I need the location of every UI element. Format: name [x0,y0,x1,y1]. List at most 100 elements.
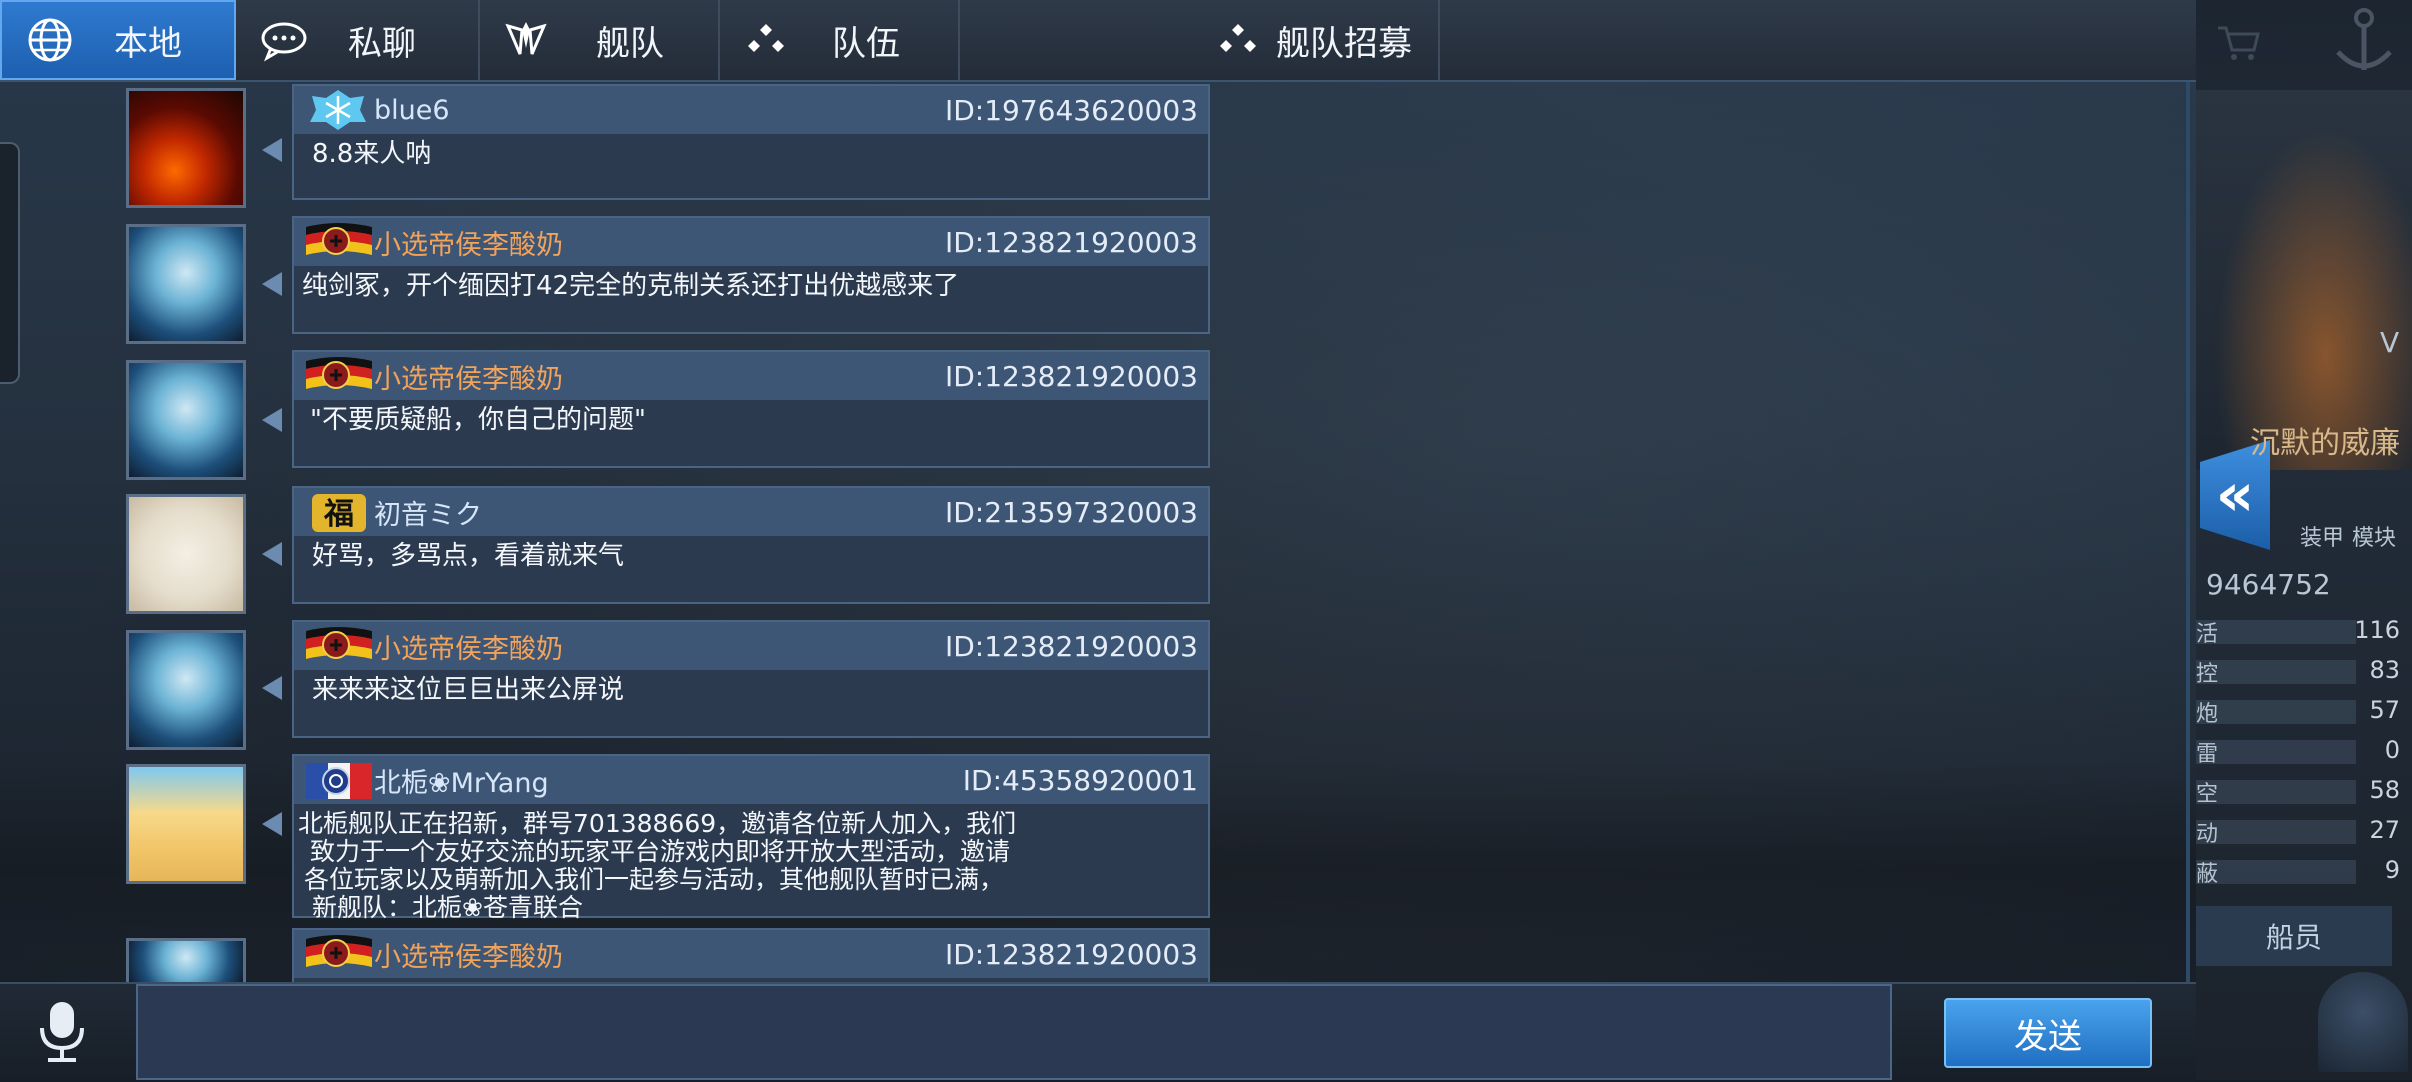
sender-id: ID:123821920003 [944,937,1198,971]
tab-label: 舰队 [596,23,664,64]
avatar[interactable] [126,764,246,884]
double-chevron-left-icon: « [2215,460,2255,530]
anchor-emblem-icon[interactable] [2324,0,2404,80]
ship-preview-image [2196,90,2412,470]
stat-bar [2196,820,2356,844]
german-flag-badge-icon [302,623,374,669]
tab-fleet-recruitment[interactable]: 舰队招募 [958,0,1440,80]
sender-id: ID:123821920003 [944,629,1198,663]
message-header: 福 初音ミク ID:213597320003 [294,488,1208,536]
sender-name[interactable]: 小选帝侯李酸奶 [374,935,563,974]
stat-label: 活 [2196,622,2219,647]
message-header: 小选帝侯李酸奶 ID:123821920003 [294,218,1208,266]
chat-message: blue6 ID:197643620003 8.8来人呐 [292,84,1210,200]
stat-label: 炮 [2196,702,2219,727]
sender-name[interactable]: 小选帝侯李酸奶 [374,223,563,262]
chat-bubble-icon [254,10,314,70]
stat-value: 58 [2369,776,2400,804]
message-header: 小选帝侯李酸奶 ID:123821920003 [294,930,1208,978]
stat-value: 83 [2369,656,2400,684]
sender-name[interactable]: 初音ミク [374,493,482,532]
message-text: "不要质疑船，你自己的问题" [310,405,646,435]
bubble-pointer [262,542,282,566]
tab-label: 本地 [114,23,182,64]
stat-value: 116 [2354,616,2400,644]
tab-private-chat[interactable]: 私聊 [236,0,480,80]
stat-value: 27 [2369,816,2400,844]
version-mark: V [2380,326,2400,359]
sender-name[interactable]: 小选帝侯李酸奶 [374,357,563,396]
stat-row: 空 58 [2196,776,2412,807]
stat-row: 蔽9 [2196,856,2412,887]
stat-bar [2196,860,2356,884]
stat-bar [2196,660,2356,684]
avatar[interactable] [126,224,246,344]
chat-message: 小选帝侯李酸奶 ID:123821920003 纯剑冢，开个缅因打42完全的克制… [292,216,1210,334]
tab-team[interactable]: 队伍 [718,0,960,80]
stat-bar [2196,780,2356,804]
stat-row: 动 27 [2196,816,2412,847]
message-line: 各位玩家以及萌新加入我们一起参与活动，其他舰队暂时已满， [304,865,1005,894]
fu-character-badge-icon: 福 [302,489,374,535]
chat-message: 小选帝侯李酸奶 ID:123821920003 [292,928,1210,982]
sender-name[interactable]: blue6 [374,95,450,126]
message-header: 北栀❀MrYang ID:45358920001 [294,756,1208,804]
stat-tab-armor[interactable]: 装甲 [2300,520,2344,552]
sender-id: ID:123821920003 [944,359,1198,393]
stat-bar [2196,700,2356,724]
stat-label: 空 [2196,782,2219,807]
avatar[interactable] [126,494,246,614]
stat-bar [2196,740,2356,764]
stat-label: 蔽 [2196,862,2219,887]
stat-tab-module[interactable]: 模块 [2352,520,2396,552]
sender-name[interactable]: 北栀❀MrYang [374,761,549,800]
tab-fleet[interactable]: 舰队 [478,0,720,80]
stat-value: 9 [2384,856,2400,884]
bubble-pointer [262,138,282,162]
send-button[interactable]: 发送 [1944,998,2152,1068]
avatar[interactable] [126,360,246,480]
german-flag-badge-icon [302,219,374,265]
shop-cart-icon[interactable] [2216,22,2260,62]
stat-label: 动 [2196,822,2219,847]
avatar[interactable] [126,938,246,982]
tab-label: 私聊 [348,23,416,64]
french-flag-badge-icon [302,757,374,803]
message-line: 新舰队：北栀❀苍青联合 [312,893,583,922]
team-dots-icon [1208,10,1268,70]
bubble-pointer [262,812,282,836]
stat-row: 活 116 [2196,616,2412,647]
chat-message-input[interactable] [136,984,1892,1080]
message-header: 小选帝侯李酸奶 ID:123821920003 [294,352,1208,400]
bubble-pointer [262,408,282,432]
chat-message: 福 初音ミク ID:213597320003 好骂，多骂点，看着就来气 [292,486,1210,604]
message-text: 好骂，多骂点，看着就来气 [312,541,625,571]
message-text: 纯剑冢，开个缅因打42完全的克制关系还打出优越感来了 [302,271,960,301]
german-flag-badge-icon [302,931,374,977]
stat-label: 雷 [2196,742,2219,767]
crew-button[interactable]: 船员 [2196,906,2392,966]
bubble-pointer [262,272,282,296]
tab-label: 舰队招募 [1276,23,1412,64]
channel-tab-bar: 本地 私聊 舰队 队伍 舰队招募 [0,0,2196,82]
sender-name[interactable]: 小选帝侯李酸奶 [374,627,563,666]
chat-input-bar: 发送 [0,982,2196,1082]
chat-message: 北栀❀MrYang ID:45358920001 北栀舰队正在招新，群号7013… [292,754,1210,922]
avatar[interactable] [126,88,246,208]
ship-number: 9464752 [2206,568,2331,601]
globe-icon [20,10,80,70]
message-header: 小选帝侯李酸奶 ID:123821920003 [294,622,1208,670]
svg-text:福: 福 [323,497,354,532]
avatar[interactable] [126,630,246,750]
stat-row: 炮 57 [2196,696,2412,727]
stat-bar [2196,620,2356,644]
stat-row: 雷0 [2196,736,2412,767]
microphone-icon[interactable] [30,998,94,1066]
stat-row: 控 83 [2196,656,2412,687]
chat-message: 小选帝侯李酸奶 ID:123821920003 来来来这位巨巨出来公屏说 [292,620,1210,738]
message-text: 8.8来人呐 [312,139,432,169]
tab-local[interactable]: 本地 [0,0,236,80]
message-line: 北栀舰队正在招新，群号701388669，邀请各位新人加入，我们 [298,809,1017,838]
captain-avatar[interactable] [2318,972,2408,1072]
chat-message: 小选帝侯李酸奶 ID:123821920003 "不要质疑船，你自己的问题" [292,350,1210,468]
